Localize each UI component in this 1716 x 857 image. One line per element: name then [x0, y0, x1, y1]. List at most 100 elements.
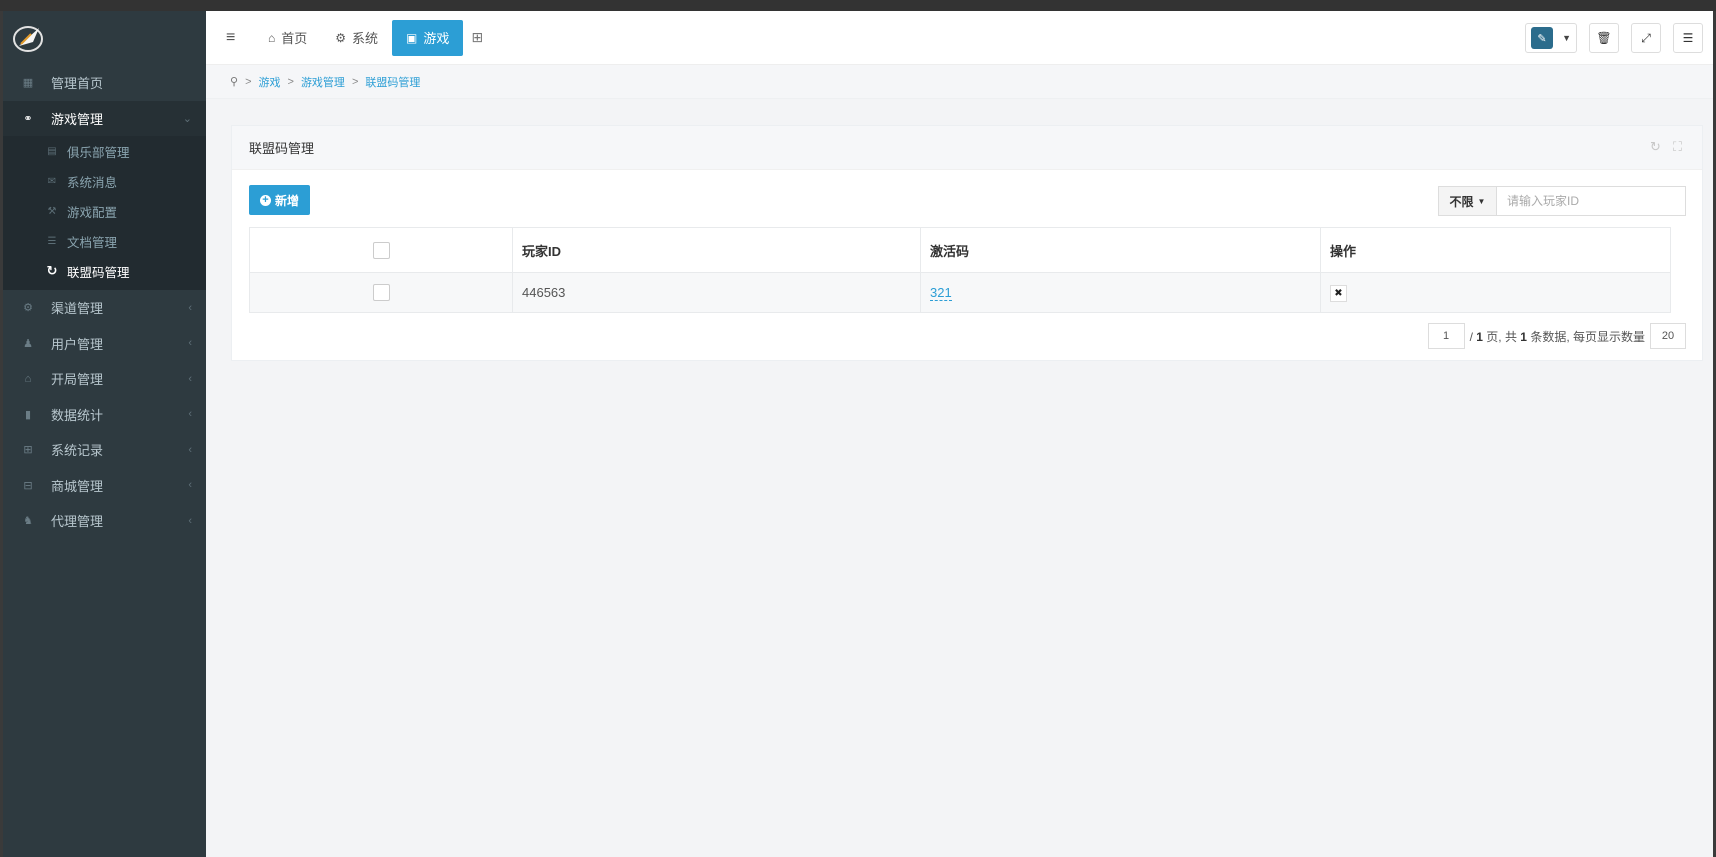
column-header-activation-code[interactable]: 激活码 [920, 227, 1321, 273]
pagination: 1 / 1 页, 共 1 条数据, 每页显示数量 20 [1427, 323, 1686, 349]
settings-panel-button[interactable]: ☰ [1673, 23, 1703, 53]
sidebar-item-label: 系统记录 [51, 443, 104, 459]
sidebar-subitem-alliance-code[interactable]: ↻ 联盟码管理 [3, 256, 206, 286]
refresh-icon[interactable]: ↻ [1650, 139, 1661, 155]
tab-system[interactable]: ⚙ 系统 [321, 20, 392, 56]
envelope-icon: ✉ [47, 175, 57, 187]
fullscreen-button[interactable]: ⤢ [1631, 23, 1661, 53]
filter-dropdown[interactable]: 不限 ▼ [1438, 186, 1496, 216]
sidebar-item-game-management[interactable]: ⚭ 游戏管理 ⌄ [3, 100, 206, 136]
sidebar-subitem-docs[interactable]: ☰ 文档管理 [3, 226, 206, 256]
page-number-input[interactable]: 1 [1427, 323, 1465, 349]
windows-icon: ⊞ [23, 444, 33, 457]
user-icon: ♟ [23, 337, 33, 350]
sidebar-subitem-club[interactable]: ▤ 俱乐部管理 [3, 136, 206, 166]
breadcrumb: ⚲ > 游戏 > 游戏管理 > 联盟码管理 [206, 65, 1713, 99]
sidebar-submenu-game: ▤ 俱乐部管理 ✉ 系统消息 ⚒ 游戏配置 ☰ 文档管理 ↻ 联盟码管理 [3, 136, 206, 290]
panel-title: 联盟码管理 [249, 141, 315, 156]
top-navbar: ≡ ⌂ 首页 ⚙ 系统 ▣ 游戏 ⊞ ✎ ▼ 🗑 ⤢ ☰ [206, 11, 1713, 65]
grid-icon[interactable]: ⊞ [471, 29, 483, 46]
fullscreen-icon[interactable]: ⛶ [1673, 139, 1682, 155]
sidebar-item-users[interactable]: ♟ 用户管理 ‹ [3, 326, 206, 362]
row-select-cell [249, 272, 513, 313]
sidebar-item-label: 渠道管理 [51, 301, 104, 317]
breadcrumb-item-alliance-code[interactable]: 联盟码管理 [365, 74, 420, 90]
sidebar-item-agents[interactable]: ♞ 代理管理 ‹ [3, 503, 206, 539]
tab-label: 系统 [352, 31, 379, 46]
map-marker-icon: ⚲ [230, 76, 239, 88]
sidebar-item-label: 管理首页 [51, 76, 104, 92]
breadcrumb-item-game[interactable]: 游戏 [259, 74, 281, 90]
breadcrumb-item-game-management[interactable]: 游戏管理 [301, 74, 345, 90]
sidebar-subitem-label: 联盟码管理 [67, 265, 130, 280]
bar-chart-icon: ▮ [24, 408, 32, 421]
page-size-input[interactable]: 20 [1650, 323, 1686, 349]
users-icon: ♞ [23, 515, 33, 528]
pagination-text: / 1 页, 共 1 条数据, 每页显示数量 [1469, 329, 1645, 344]
sidebar-subitem-label: 系统消息 [67, 175, 118, 190]
caret-down-icon: ▼ [1562, 33, 1571, 43]
cogs-icon: ⚙ [23, 302, 33, 315]
logo-icon [13, 26, 43, 52]
delete-button[interactable]: ✖ [1330, 284, 1347, 302]
breadcrumb-separator: > [245, 75, 252, 88]
add-button[interactable]: + 新增 [249, 185, 311, 215]
trash-icon: 🗑 [1596, 31, 1612, 45]
sidebar-subitem-messages[interactable]: ✉ 系统消息 [3, 166, 206, 196]
chevron-left-icon: ‹ [188, 372, 192, 385]
sidebar-item-label: 商城管理 [51, 478, 104, 494]
caret-down-icon: ▼ [1477, 196, 1486, 206]
avatar: ✎ [1531, 27, 1553, 49]
row-checkbox[interactable] [372, 284, 390, 302]
select-all-checkbox[interactable] [372, 241, 390, 259]
tab-home[interactable]: ⌂ 首页 [254, 20, 321, 56]
sidebar-item-channel[interactable]: ⚙ 渠道管理 ‹ [3, 290, 206, 326]
player-id-cell: 446563 [512, 272, 921, 313]
breadcrumb-separator: > [287, 75, 294, 88]
sidebar-item-label: 开局管理 [51, 372, 104, 388]
menu-toggle-icon[interactable]: ≡ [226, 29, 254, 47]
sidebar-subitem-game-config[interactable]: ⚒ 游戏配置 [3, 196, 206, 226]
sidebar-item-rooms[interactable]: ⌂ 开局管理 ‹ [3, 361, 206, 397]
game-icon: ▣ [406, 30, 418, 45]
table-row: 446563 321 ✖ [249, 272, 1671, 313]
sidebar-item-logs[interactable]: ⊞ 系统记录 ‹ [3, 432, 206, 468]
sliders-icon: ☰ [1682, 31, 1694, 45]
home-icon: ⌂ [268, 30, 276, 45]
tab-label: 首页 [281, 31, 308, 46]
panel-header: 联盟码管理 ↻ ⛶ [232, 126, 1702, 170]
sidebar-item-shop[interactable]: ⊟ 商城管理 ‹ [3, 468, 206, 504]
column-header-player-id[interactable]: 玩家ID [512, 227, 921, 273]
chevron-left-icon: ‹ [188, 479, 192, 492]
sidebar-item-dashboard[interactable]: ▦ 管理首页 [3, 65, 206, 101]
player-id-search-input[interactable] [1496, 186, 1686, 216]
gear-icon: ⚙ [335, 30, 347, 45]
activation-code-cell: 321 [920, 272, 1321, 313]
select-all-cell [249, 227, 513, 273]
chevron-left-icon: ‹ [188, 337, 192, 350]
gamepad-icon: ⚭ [23, 112, 33, 125]
table-header-row: 玩家ID 激活码 操作 [249, 227, 1671, 273]
logo[interactable] [3, 11, 206, 65]
sidebar-subitem-label: 俱乐部管理 [67, 145, 130, 160]
club-icon: ▤ [47, 145, 57, 157]
tab-game[interactable]: ▣ 游戏 [392, 19, 464, 56]
window-top-strip [0, 0, 1716, 11]
chevron-left-icon: ‹ [188, 443, 192, 456]
add-button-label: 新增 [275, 193, 300, 208]
expand-icon: ⤢ [1641, 30, 1651, 45]
app-root: ▦ 管理首页 ⚭ 游戏管理 ⌄ ▤ 俱乐部管理 ✉ 系统消息 ⚒ 游戏配置 ☰ … [3, 11, 1713, 857]
chevron-left-icon: ‹ [188, 514, 192, 527]
activation-code-editable[interactable]: 321 [930, 285, 952, 301]
sidebar-subitem-label: 文档管理 [67, 235, 118, 250]
user-menu-button[interactable]: ✎ ▼ [1525, 23, 1577, 53]
tab-label: 游戏 [423, 31, 450, 46]
sidebar-item-label: 游戏管理 [51, 111, 104, 127]
sidebar-item-statistics[interactable]: ▮ 数据统计 ‹ [3, 397, 206, 433]
sidebar: ▦ 管理首页 ⚭ 游戏管理 ⌄ ▤ 俱乐部管理 ✉ 系统消息 ⚒ 游戏配置 ☰ … [3, 11, 206, 857]
navbar-actions: ✎ ▼ 🗑 ⤢ ☰ [1525, 23, 1703, 53]
filter-dropdown-label: 不限 [1449, 194, 1474, 209]
chevron-left-icon: ‹ [188, 408, 192, 421]
dashboard-icon: ▦ [22, 77, 34, 90]
clear-cache-button[interactable]: 🗑 [1589, 23, 1619, 53]
